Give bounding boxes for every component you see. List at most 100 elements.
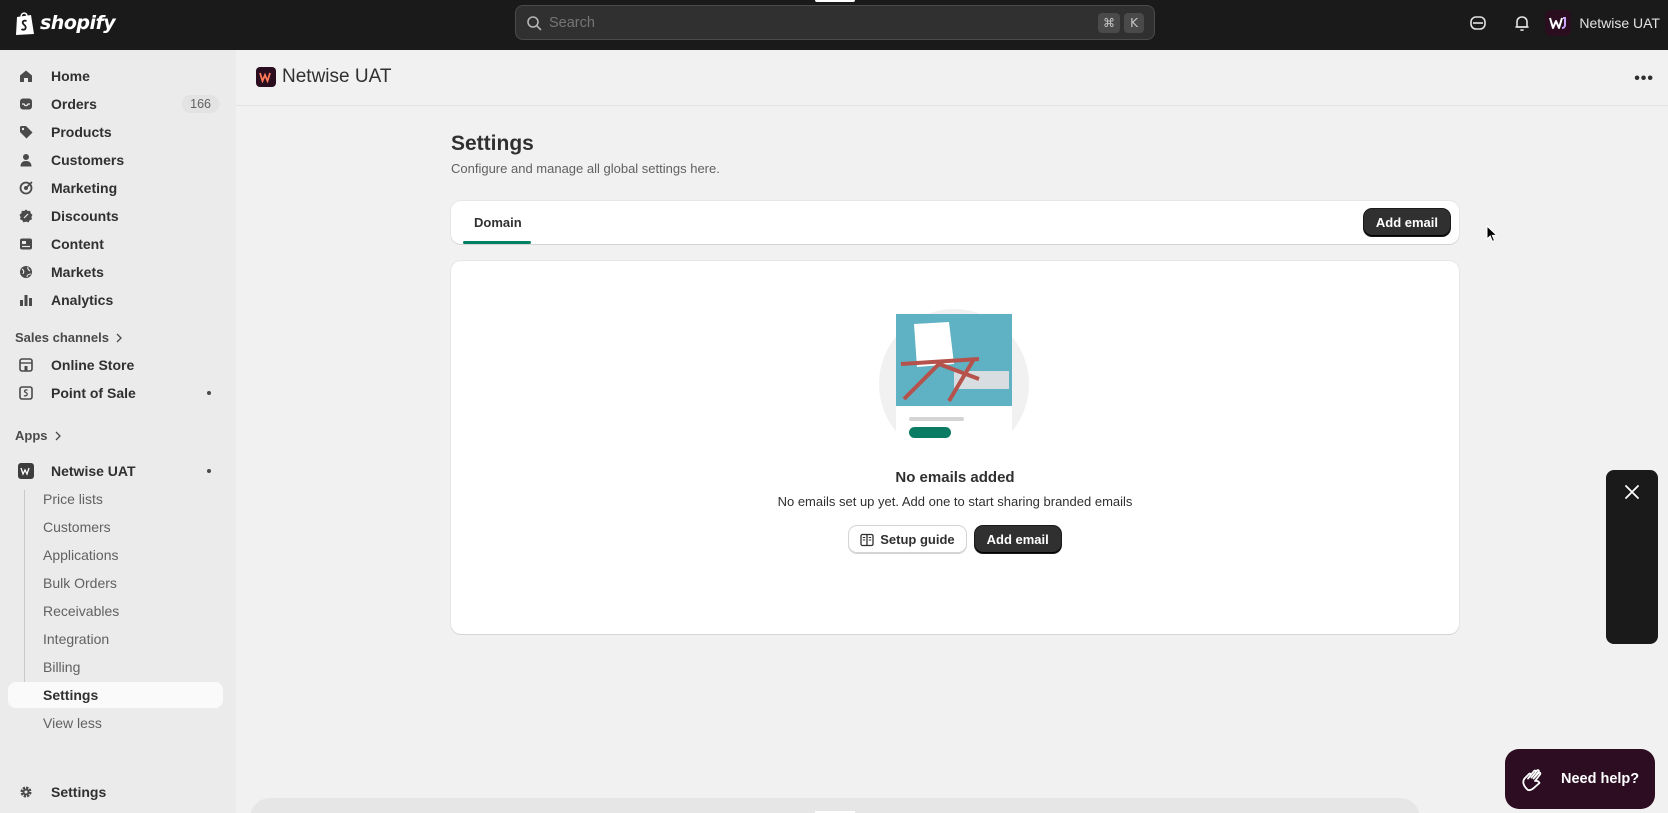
subitem-label: Receivables <box>43 603 120 619</box>
subitem-label: Price lists <box>43 491 103 507</box>
sidebar-item-online-store[interactable]: Online Store <box>8 352 223 378</box>
sidekick-icon[interactable] <box>1467 12 1489 34</box>
sidekick-glyph <box>1470 16 1486 30</box>
sidebar-item-content[interactable]: Content <box>8 231 223 257</box>
netwise-app-icon <box>18 463 34 479</box>
store-name: Netwise UAT <box>1579 15 1660 31</box>
tabs-card: Domain Add email <box>451 201 1459 244</box>
sidebar-item-customers[interactable]: Customers <box>8 147 223 173</box>
orders-count-badge: 166 <box>182 95 219 113</box>
store-avatar <box>1545 10 1572 36</box>
empty-add-email-button[interactable]: Add email <box>974 526 1061 553</box>
shopify-logo[interactable]: shopify <box>14 10 116 36</box>
status-dot <box>207 391 211 395</box>
chevron-right-icon <box>55 431 61 440</box>
store-icon <box>18 357 34 373</box>
sidebar-subitem-billing[interactable]: Billing <box>8 654 223 680</box>
sidebar-item-label: Online Store <box>51 357 135 373</box>
more-actions-icon[interactable]: ••• <box>1634 70 1654 88</box>
sidebar-item-point-of-sale[interactable]: Point of Sale <box>8 380 223 406</box>
sidebar-item-products[interactable]: Products <box>8 119 223 145</box>
pos-icon <box>18 385 34 401</box>
tag-icon <box>18 124 34 140</box>
app-header: Netwise UAT ••• <box>236 50 1668 106</box>
sidebar-subitem-applications[interactable]: Applications <box>8 542 223 568</box>
add-email-button[interactable]: Add email <box>1363 209 1450 236</box>
page-title: Settings <box>451 132 534 155</box>
chevron-right-icon <box>116 333 122 342</box>
sidebar-item-label: Products <box>51 124 112 140</box>
sidebar-item-label: Point of Sale <box>51 385 136 401</box>
subitem-label: Integration <box>43 631 110 647</box>
sidebar-item-discounts[interactable]: Discounts <box>8 203 223 229</box>
sidebar-subitem-bulk-orders[interactable]: Bulk Orders <box>8 570 223 596</box>
app-title-text: Netwise UAT <box>282 66 392 87</box>
sidebar-item-settings[interactable]: Settings <box>8 779 223 805</box>
empty-state-card: No emails added No emails set up yet. Ad… <box>451 261 1459 634</box>
subitem-label: Bulk Orders <box>43 575 117 591</box>
sidebar-item-orders[interactable]: Orders 166 <box>8 91 223 117</box>
subitem-label: View less <box>43 715 102 731</box>
sidebar-item-analytics[interactable]: Analytics <box>8 287 223 313</box>
sidebar-subitem-customers[interactable]: Customers <box>8 514 223 540</box>
apps-heading[interactable]: Apps <box>15 428 62 443</box>
apps-label: Apps <box>15 428 48 443</box>
sidebar-subitem-price-lists[interactable]: Price lists <box>8 486 223 512</box>
sidebar-item-label: Orders <box>51 96 97 112</box>
sidebar-subitem-receivables[interactable]: Receivables <box>8 598 223 624</box>
setup-guide-button[interactable]: Setup guide <box>849 526 966 553</box>
shortcut-key-k: K <box>1124 12 1144 33</box>
netwise-app-icon <box>256 67 276 87</box>
sidebar-item-home[interactable]: Home <box>8 63 223 89</box>
status-dot <box>207 469 211 473</box>
floating-panel <box>1606 470 1658 644</box>
netwise-logo-icon <box>1549 17 1567 29</box>
subitem-label: Applications <box>43 547 119 563</box>
subitem-label: Customers <box>43 519 111 535</box>
sidebar-item-markets[interactable]: Markets <box>8 259 223 285</box>
page-subtitle: Configure and manage all global settings… <box>451 161 720 176</box>
person-icon <box>18 152 34 168</box>
search-bar[interactable]: ⌘ K <box>515 5 1155 40</box>
sidebar-item-label: Marketing <box>51 180 118 196</box>
sales-channels-heading[interactable]: Sales channels <box>15 330 123 345</box>
sidebar-item-marketing[interactable]: Marketing <box>8 175 223 201</box>
top-notch <box>815 0 855 2</box>
content-icon <box>18 236 34 252</box>
sidebar-item-label: Content <box>51 236 104 252</box>
tab-active-indicator <box>463 241 531 244</box>
discount-icon <box>18 208 34 224</box>
top-bar: shopify ⌘ K Netwise UAT <box>0 0 1668 50</box>
store-menu-button[interactable]: Netwise UAT <box>1545 9 1660 37</box>
sidebar-item-label: Analytics <box>51 292 114 308</box>
sidebar-subitem-integration[interactable]: Integration <box>8 626 223 652</box>
tab-domain[interactable]: Domain <box>463 201 533 244</box>
need-help-button[interactable]: Need help? <box>1505 749 1655 809</box>
app-title: Netwise UAT <box>256 66 391 88</box>
need-help-label: Need help? <box>1561 771 1640 787</box>
setup-guide-label: Setup guide <box>880 532 955 547</box>
search-icon <box>527 15 542 30</box>
empty-state-title: No emails added <box>895 469 1015 486</box>
empty-state-actions: Setup guide Add email <box>451 526 1459 553</box>
sales-channels-label: Sales channels <box>15 330 109 345</box>
sidebar-item-label: Markets <box>51 264 104 280</box>
globe-icon <box>18 264 34 280</box>
close-icon[interactable] <box>1622 482 1642 502</box>
search-input[interactable] <box>549 14 1094 31</box>
gear-icon <box>18 784 34 800</box>
sidebar-subitem-settings[interactable]: Settings <box>8 682 223 708</box>
bell-icon[interactable] <box>1511 12 1533 34</box>
bar-chart-icon <box>18 292 34 308</box>
inbox-icon <box>18 96 34 112</box>
bell-glyph <box>1515 16 1529 31</box>
home-icon <box>18 68 34 84</box>
sidebar-subitem-view-less[interactable]: View less <box>8 710 223 736</box>
sidebar-item-netwise-uat[interactable]: Netwise UAT <box>8 458 223 484</box>
empty-state-description: No emails set up yet. Add one to start s… <box>777 494 1133 509</box>
shopify-wordmark: shopify <box>40 12 116 34</box>
sidebar-item-label: Netwise UAT <box>51 463 136 479</box>
book-icon <box>860 533 874 546</box>
empty-state-illustration <box>879 309 1029 449</box>
sidebar-item-label: Discounts <box>51 208 119 224</box>
